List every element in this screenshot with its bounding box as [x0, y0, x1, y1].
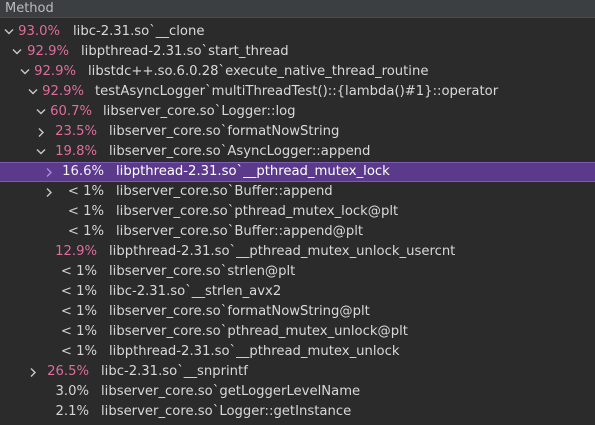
- row-percent: 3.0%: [55, 384, 89, 399]
- tree-row[interactable]: 26.5% libc-2.31.so`__snprintf: [0, 362, 595, 382]
- row-method-name: libserver_core.so`AsyncLogger::append: [109, 144, 371, 159]
- tree-row[interactable]: 12.9% libpthread-2.31.so`__pthread_mutex…: [0, 242, 595, 262]
- tree-row[interactable]: 92.9% libstdc++.so.6.0.28`execute_native…: [0, 62, 595, 82]
- row-percent: 92.9%: [34, 64, 76, 79]
- row-method-name: libserver_core.so`strlen@plt: [109, 264, 296, 279]
- tree-row[interactable]: 93.0% libc-2.31.so`__clone: [0, 22, 595, 42]
- tree-row-selected[interactable]: 16.6% libpthread-2.31.so`__pthread_mutex…: [0, 162, 595, 182]
- call-tree-panel: Method 93.0% libc-2.31.so`__clone 92.9% …: [0, 0, 595, 425]
- row-percent: < 1%: [60, 304, 97, 319]
- row-method-name: libc-2.31.so`__snprintf: [101, 364, 248, 379]
- tree-row[interactable]: < 1% libserver_core.so`pthread_mutex_loc…: [0, 202, 595, 222]
- tree-row[interactable]: < 1% libserver_core.so`Buffer::append: [0, 182, 595, 202]
- row-method-name: libserver_core.so`pthread_mutex_lock@plt: [116, 204, 399, 219]
- tree-row[interactable]: 92.9% libpthread-2.31.so`start_thread: [0, 42, 595, 62]
- row-method-name: libserver_core.so`formatNowString: [109, 124, 340, 139]
- row-percent: < 1%: [60, 324, 97, 339]
- tree-row[interactable]: < 1% libserver_core.so`strlen@plt: [0, 262, 595, 282]
- row-percent: 2.1%: [55, 404, 89, 419]
- row-percent: 26.5%: [47, 364, 89, 379]
- row-percent: 92.9%: [27, 44, 69, 59]
- row-method-name: libpthread-2.31.so`start_thread: [81, 44, 289, 59]
- row-method-name: libpthread-2.31.so`__pthread_mutex_lock: [116, 164, 390, 179]
- call-tree: 93.0% libc-2.31.so`__clone 92.9% libpthr…: [0, 22, 595, 422]
- tree-row[interactable]: 19.8% libserver_core.so`AsyncLogger::app…: [0, 142, 595, 162]
- row-method-name: libserver_core.so`Logger::log: [103, 104, 296, 119]
- tree-row[interactable]: 92.9% testAsyncLogger`multiThreadTest():…: [0, 82, 595, 102]
- row-percent: < 1%: [67, 224, 104, 239]
- row-method-name: libpthread-2.31.so`__pthread_mutex_unloc…: [109, 344, 400, 359]
- row-method-name: libserver_core.so`pthread_mutex_unlock@p…: [109, 324, 408, 339]
- tree-row[interactable]: < 1% libserver_core.so`formatNowString@p…: [0, 302, 595, 322]
- row-method-name: libserver_core.so`formatNowString@plt: [109, 304, 370, 319]
- row-method-name: libc-2.31.so`__clone: [73, 24, 205, 39]
- row-method-name: libc-2.31.so`__strlen_avx2: [109, 284, 282, 299]
- tree-row[interactable]: < 1% libpthread-2.31.so`__pthread_mutex_…: [0, 342, 595, 362]
- row-percent: < 1%: [60, 284, 97, 299]
- row-percent: < 1%: [67, 184, 104, 199]
- row-percent: 60.7%: [50, 104, 92, 119]
- row-method-name: libstdc++.so.6.0.28`execute_native_threa…: [88, 64, 429, 79]
- tree-row[interactable]: 60.7% libserver_core.so`Logger::log: [0, 102, 595, 122]
- row-method-name: libpthread-2.31.so`__pthread_mutex_unloc…: [109, 244, 456, 259]
- tree-row[interactable]: < 1% libserver_core.so`pthread_mutex_unl…: [0, 322, 595, 342]
- row-percent: < 1%: [60, 264, 97, 279]
- row-percent: 92.9%: [42, 84, 84, 99]
- row-percent: 19.8%: [55, 144, 97, 159]
- tree-row[interactable]: 3.0% libserver_core.so`getLoggerLevelNam…: [0, 382, 595, 402]
- row-method-name: libserver_core.so`getLoggerLevelName: [101, 384, 361, 399]
- row-percent: 16.6%: [62, 164, 104, 179]
- row-percent: < 1%: [67, 204, 104, 219]
- tree-row[interactable]: < 1% libserver_core.so`Buffer::append@pl…: [0, 222, 595, 242]
- row-percent: 93.0%: [18, 24, 60, 39]
- row-percent: 23.5%: [55, 124, 97, 139]
- row-method-name: libserver_core.so`Logger::getInstance: [101, 404, 352, 419]
- row-percent: 12.9%: [55, 244, 97, 259]
- tree-row[interactable]: 23.5% libserver_core.so`formatNowString: [0, 122, 595, 142]
- method-column-header[interactable]: Method: [0, 0, 595, 18]
- row-method-name: libserver_core.so`Buffer::append: [116, 184, 333, 199]
- row-percent: < 1%: [60, 344, 97, 359]
- tree-row[interactable]: 2.1% libserver_core.so`Logger::getInstan…: [0, 402, 595, 422]
- row-method-name: testAsyncLogger`multiThreadTest()::{lamb…: [95, 84, 499, 99]
- row-method-name: libserver_core.so`Buffer::append@plt: [116, 224, 364, 239]
- tree-row[interactable]: < 1% libc-2.31.so`__strlen_avx2: [0, 282, 595, 302]
